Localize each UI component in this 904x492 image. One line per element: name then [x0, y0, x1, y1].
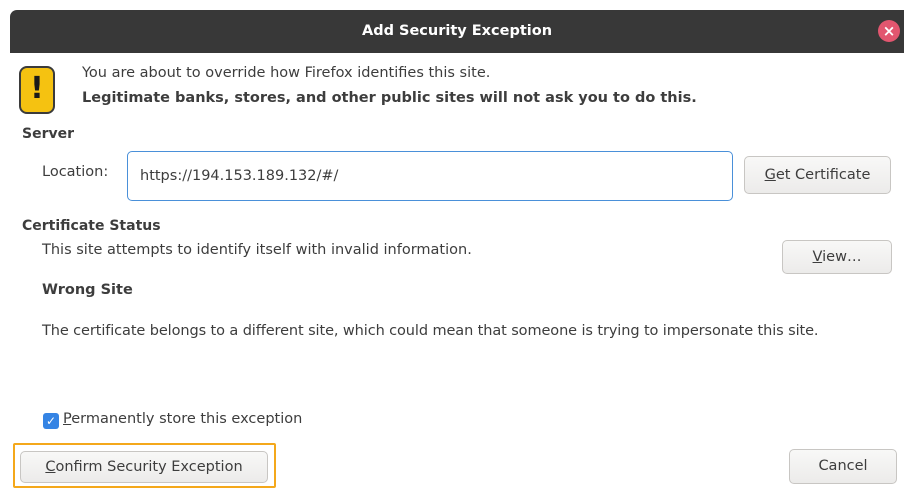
- permanent-store-label[interactable]: Permanently store this exception: [63, 411, 302, 427]
- view-mnemonic: V: [812, 249, 823, 265]
- problem-description: The certificate belongs to a different s…: [42, 323, 819, 339]
- view-label: iew…: [822, 249, 862, 265]
- server-heading: Server: [22, 126, 75, 142]
- certificate-status-heading: Certificate Status: [22, 218, 161, 234]
- dialog-titlebar: Add Security Exception ×: [10, 10, 904, 53]
- warning-icon: !: [19, 66, 55, 114]
- close-icon[interactable]: ×: [878, 20, 900, 42]
- view-button[interactable]: View…: [782, 240, 892, 274]
- confirm-security-exception-button[interactable]: Confirm Security Exception: [20, 451, 268, 483]
- permanent-store-mnemonic: P: [63, 411, 72, 427]
- location-label: Location:: [42, 164, 109, 180]
- certificate-status-text: This site attempts to identify itself wi…: [42, 242, 472, 258]
- dialog-title: Add Security Exception: [361, 23, 553, 39]
- get-certificate-button[interactable]: Get Certificate: [744, 156, 891, 194]
- permanent-store-text: ermanently store this exception: [71, 411, 303, 427]
- permanent-store-checkbox[interactable]: ✓: [43, 413, 59, 429]
- confirm-label: onfirm Security Exception: [55, 459, 243, 475]
- cancel-button[interactable]: Cancel: [789, 449, 897, 484]
- intro-warning-text: Legitimate banks, stores, and other publ…: [82, 90, 697, 106]
- confirm-mnemonic: C: [45, 459, 56, 475]
- problem-title: Wrong Site: [42, 282, 133, 298]
- get-certificate-mnemonic: G: [764, 167, 776, 183]
- location-input[interactable]: [127, 151, 733, 201]
- get-certificate-label: et Certificate: [775, 167, 871, 183]
- intro-text: You are about to override how Firefox id…: [82, 65, 491, 81]
